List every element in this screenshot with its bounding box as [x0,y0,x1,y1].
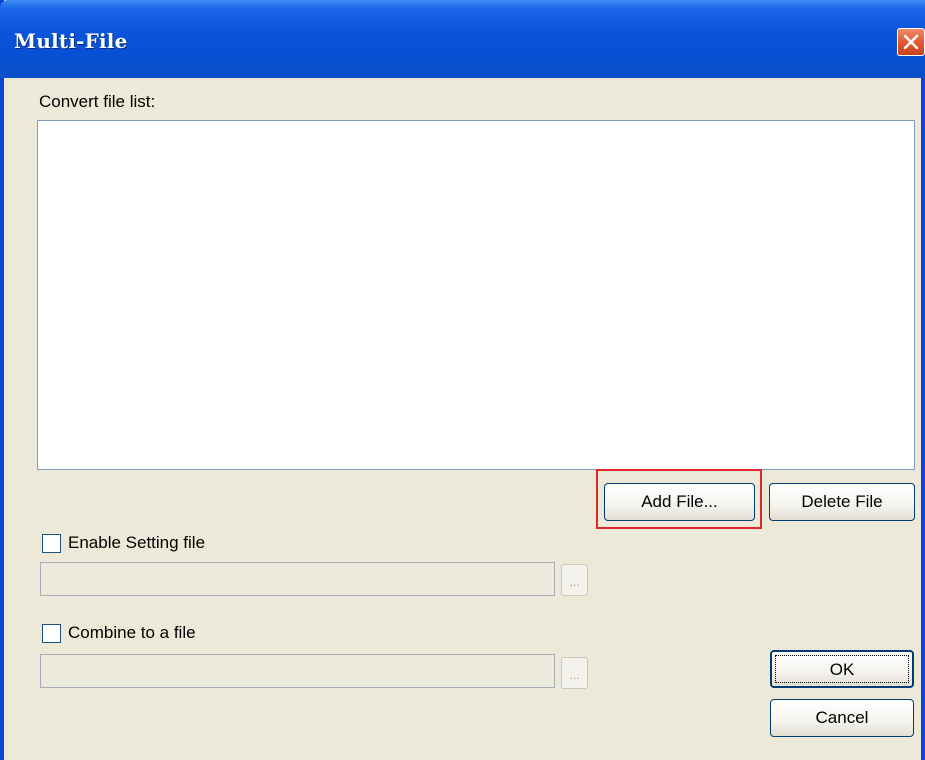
combine-checkbox[interactable] [42,624,61,643]
enable-setting-label: Enable Setting file [68,533,206,552]
multi-file-dialog: Multi-File Convert file list: Add File..… [0,0,925,760]
combine-file-path-field[interactable] [40,654,555,688]
file-list-label: Convert file list: [39,92,156,111]
combine-label: Combine to a file [68,623,196,642]
convert-file-list[interactable] [37,120,915,470]
dialog-body: Convert file list: Add File... Delete Fi… [4,78,921,760]
title-bar[interactable]: Multi-File [0,0,925,78]
close-button[interactable] [897,28,925,56]
window-title: Multi-File [14,29,128,53]
ok-button[interactable]: OK [770,650,914,688]
delete-file-button[interactable]: Delete File [769,483,915,521]
ok-button-label: OK [829,660,855,679]
close-icon [903,34,919,50]
combine-browse-button[interactable]: ... [561,657,588,689]
cancel-button[interactable]: Cancel [770,699,914,737]
enable-setting-checkbox[interactable] [42,534,61,553]
setting-file-path-field[interactable] [40,562,555,596]
add-file-button[interactable]: Add File... [604,483,755,521]
setting-browse-button[interactable]: ... [561,564,588,596]
